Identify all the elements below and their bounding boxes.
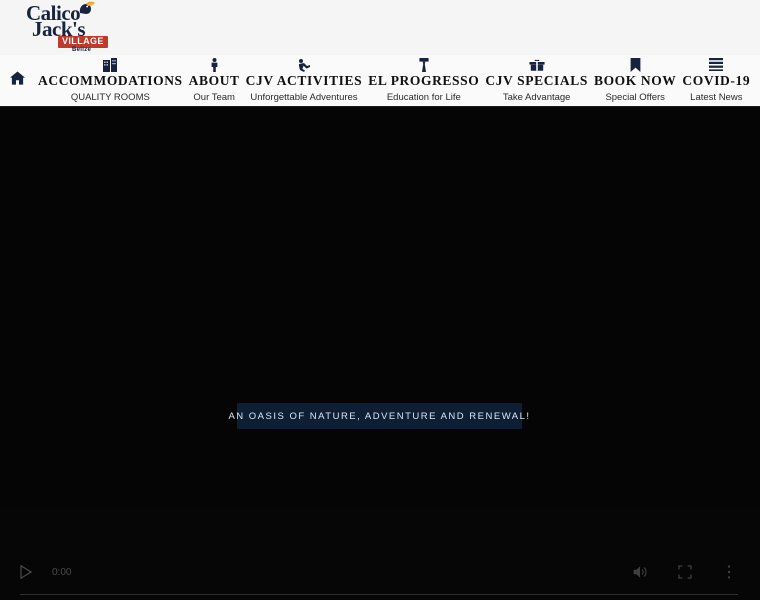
nav-item-el-progresso[interactable]: EL PROGRESSO Education for Life bbox=[365, 57, 482, 103]
graduation-tie-icon bbox=[419, 57, 429, 72]
toucan-bird-icon bbox=[74, 0, 96, 25]
nav-sublabel: Unforgettable Adventures bbox=[250, 91, 358, 103]
nav-sublabel: Education for Life bbox=[386, 91, 461, 103]
nav-label: EL PROGRESSO bbox=[368, 72, 480, 88]
person-icon bbox=[210, 57, 219, 72]
main-navigation: ACCOMMODATIONS QUALITY ROOMS ABOUT Our T… bbox=[0, 55, 760, 107]
hotel-building-icon bbox=[103, 57, 118, 72]
nav-item-list: ACCOMMODATIONS QUALITY ROOMS ABOUT Our T… bbox=[25, 57, 757, 103]
nav-label: CJV SPECIALS bbox=[485, 72, 588, 88]
nav-label: COVID-19 bbox=[682, 72, 751, 88]
video-control-bar: 0:00 bbox=[0, 510, 760, 600]
nav-sublabel: Special Offers bbox=[605, 91, 665, 103]
more-options-icon[interactable] bbox=[720, 563, 738, 581]
nav-item-covid-19[interactable]: COVID-19 Latest News bbox=[679, 57, 753, 103]
nav-item-cjv-activities[interactable]: CJV ACTIVITIES Unforgettable Adventures bbox=[243, 58, 366, 103]
nav-home-button[interactable] bbox=[10, 61, 25, 101]
logo-text-belize: Belize bbox=[72, 47, 92, 53]
nav-item-about[interactable]: ABOUT Our Team bbox=[186, 57, 243, 103]
nav-item-book-now[interactable]: BOOK NOW Special Offers bbox=[591, 57, 679, 103]
activities-icon bbox=[297, 58, 311, 72]
fullscreen-icon[interactable] bbox=[676, 563, 694, 581]
bookmark-icon bbox=[630, 57, 641, 72]
nav-label: ABOUT bbox=[188, 72, 240, 88]
video-controls-right bbox=[632, 563, 760, 581]
nav-item-accommodations[interactable]: ACCOMMODATIONS QUALITY ROOMS bbox=[35, 57, 186, 103]
video-controls-row: 0:00 bbox=[0, 558, 760, 586]
nav-sublabel: Latest News bbox=[690, 91, 743, 103]
video-controls-left: 0:00 bbox=[0, 564, 71, 580]
nav-sublabel: Our Team bbox=[193, 91, 235, 103]
nav-label: BOOK NOW bbox=[593, 72, 677, 88]
nav-sublabel: Take Advantage bbox=[502, 91, 571, 103]
hero-tagline-text: AN OASIS OF NATURE, ADVENTURE AND RENEWA… bbox=[228, 410, 531, 422]
volume-icon[interactable] bbox=[632, 563, 650, 581]
video-current-time: 0:00 bbox=[52, 566, 72, 578]
page-root: Calico Jack's VILLAGE Belize ACCOMMODATI… bbox=[0, 0, 760, 600]
gift-box-icon bbox=[529, 58, 545, 72]
news-list-icon bbox=[709, 57, 724, 72]
home-icon bbox=[10, 71, 25, 90]
hero-video-player[interactable]: AN OASIS OF NATURE, ADVENTURE AND RENEWA… bbox=[0, 107, 760, 600]
logo-bar: Calico Jack's VILLAGE Belize bbox=[0, 0, 760, 55]
nav-sublabel: QUALITY ROOMS bbox=[70, 91, 150, 103]
video-progress-bar[interactable] bbox=[20, 594, 738, 595]
nav-label: CJV ACTIVITIES bbox=[245, 72, 363, 88]
hero-tagline-banner: AN OASIS OF NATURE, ADVENTURE AND RENEWA… bbox=[228, 403, 529, 429]
nav-label: ACCOMMODATIONS bbox=[38, 72, 183, 88]
play-icon[interactable] bbox=[18, 564, 34, 580]
site-logo[interactable]: Calico Jack's VILLAGE Belize bbox=[22, 0, 114, 55]
nav-item-cjv-specials[interactable]: CJV SPECIALS Take Advantage bbox=[482, 58, 591, 103]
